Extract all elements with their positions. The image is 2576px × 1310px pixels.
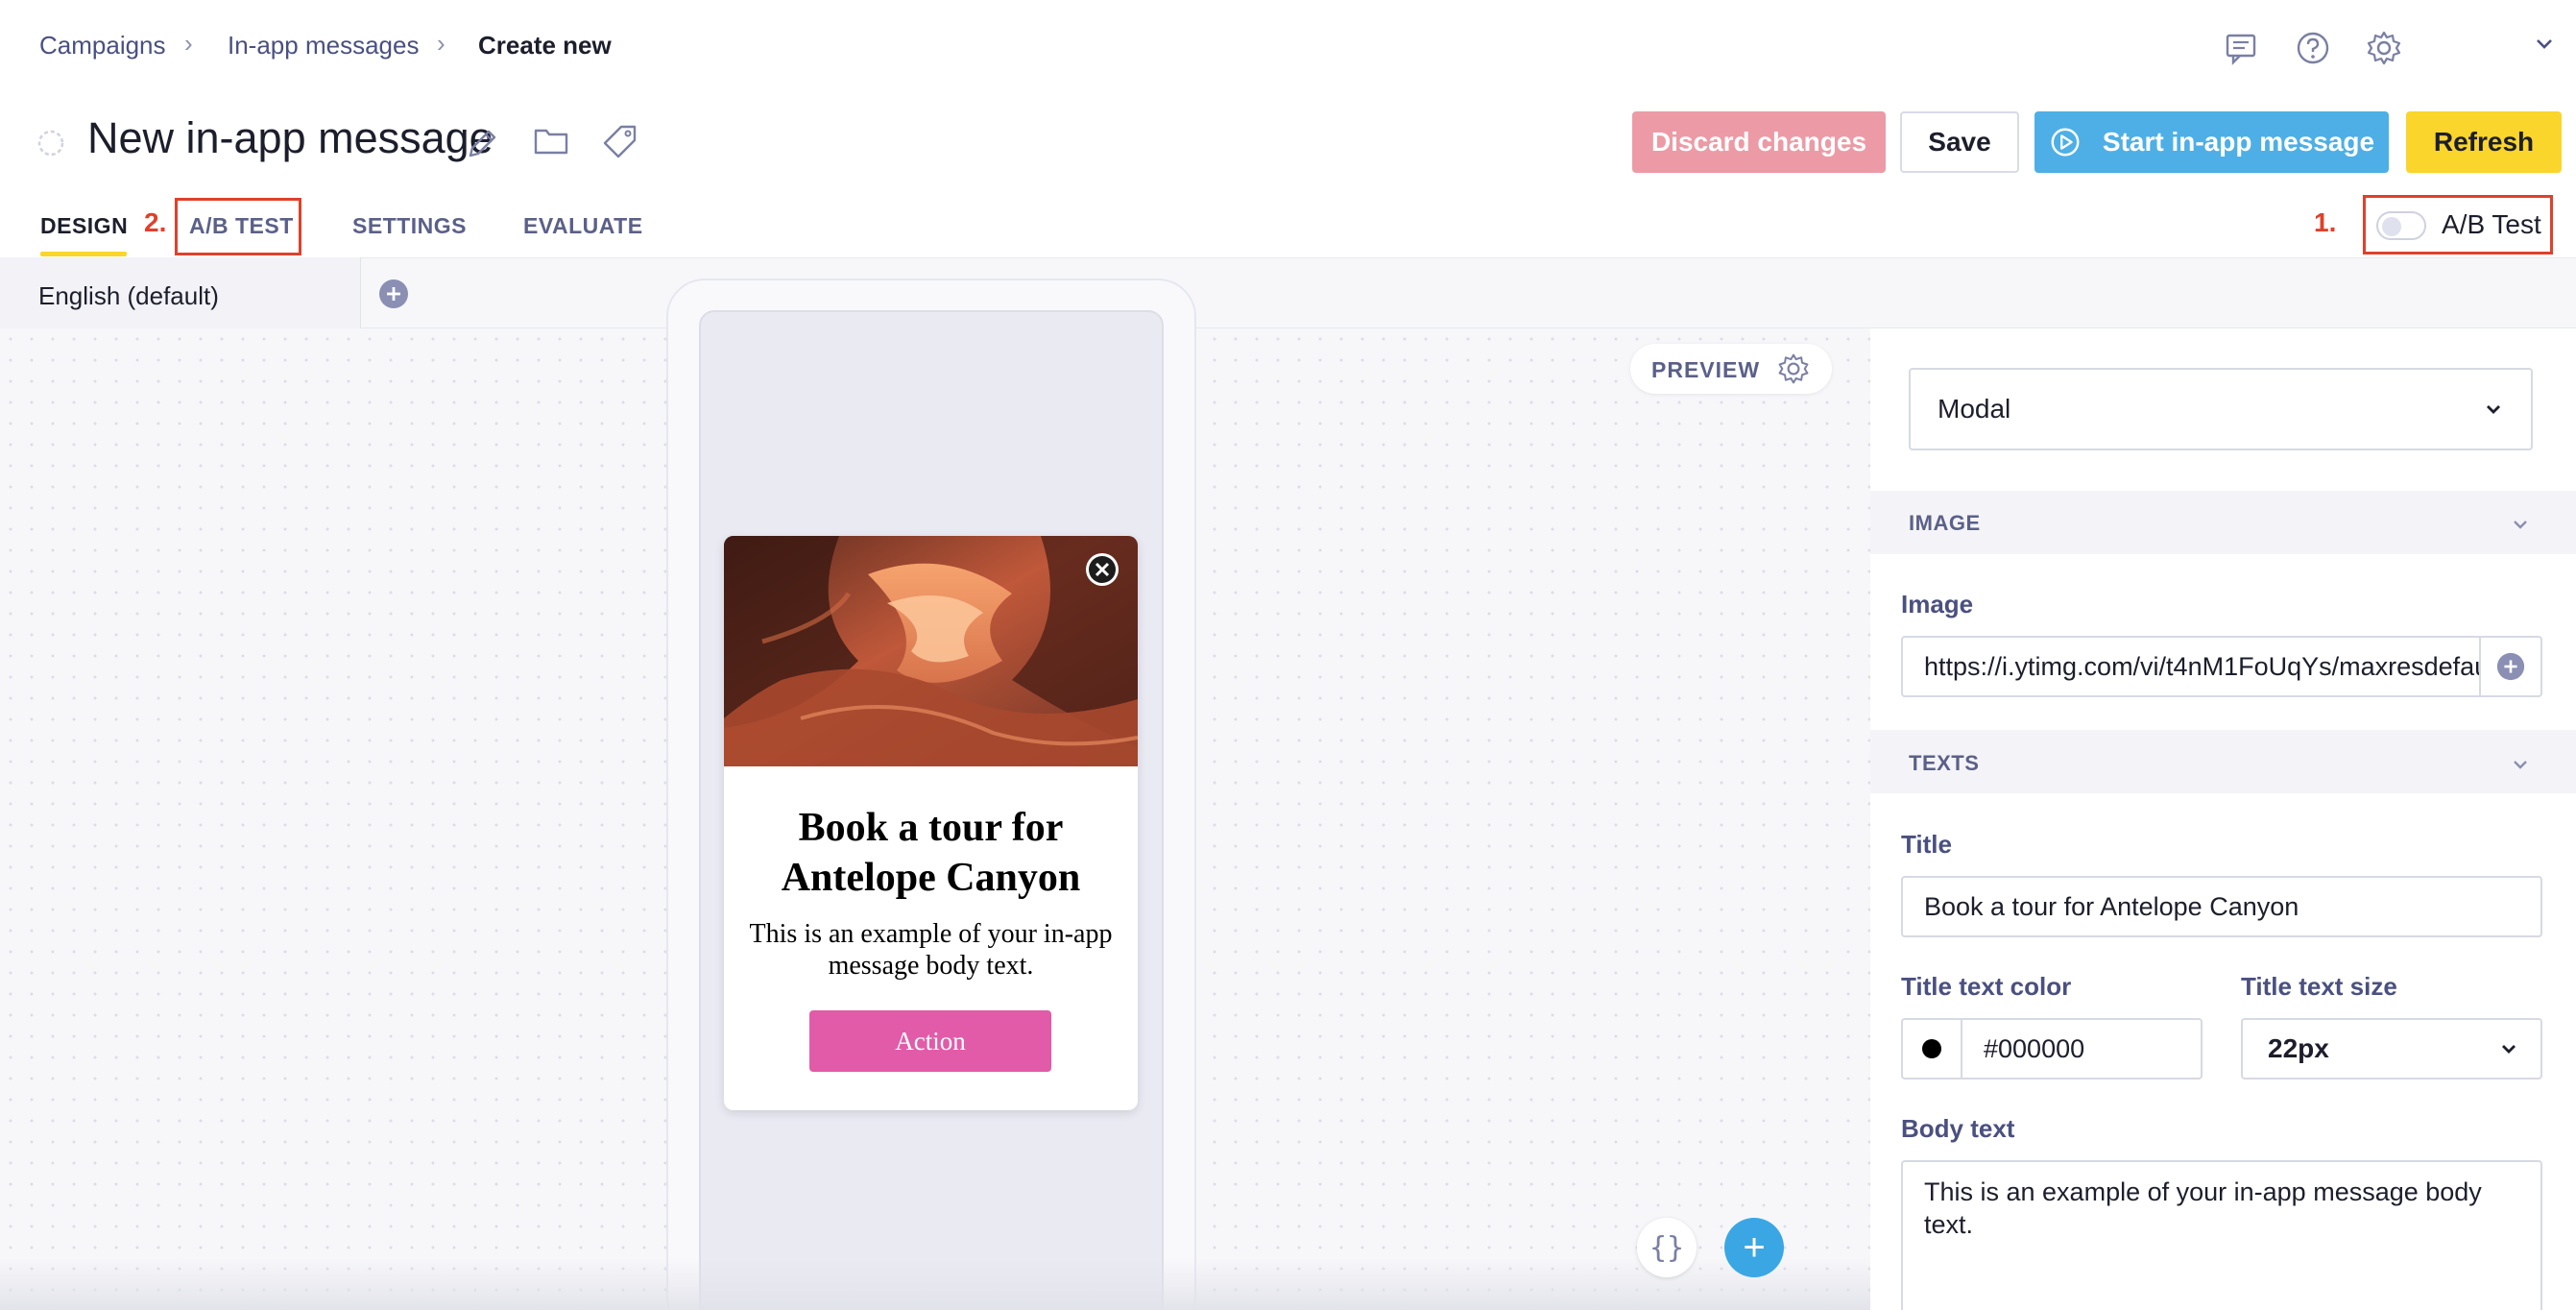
preview-settings-gear-icon[interactable] [1776,352,1811,386]
tab-design[interactable]: DESIGN [40,213,128,239]
title-text-size-label: Title text size [2241,972,2397,1001]
code-braces-icon[interactable]: {} [1637,1218,1697,1277]
title-size-value: 22px [2268,1033,2329,1063]
discard-changes-button[interactable]: Discard changes [1632,111,1886,173]
chevron-down-icon[interactable] [2531,31,2558,58]
start-in-app-message-button[interactable]: Start in-app message [2034,111,2389,173]
chevron-down-icon [2502,1045,2516,1054]
tag-icon[interactable] [600,121,640,166]
ab-test-toggle-label: A/B Test [2442,209,2541,239]
in-app-message-modal-preview[interactable]: Book a tour for Antelope Canyon This is … [724,536,1138,1110]
start-label: Start in-app message [2102,127,2375,157]
body-text-label: Body text [1901,1114,2015,1143]
image-label: Image [1901,590,1974,619]
message-action-button[interactable]: Action [809,1010,1051,1072]
save-button[interactable]: Save [1900,111,2019,173]
antelope-canyon-image [724,536,1138,766]
chevron-down-icon[interactable] [2508,752,2533,777]
image-url-input[interactable]: https://i.ytimg.com/vi/t4nM1FoUqYs/maxre… [1901,636,2481,697]
message-body: This is an example of your in-app messag… [749,919,1113,981]
canvas-bottom-shadow [0,1258,1870,1310]
title-size-select[interactable]: 22px [2241,1018,2542,1080]
layout-select[interactable]: Modal [1909,368,2533,450]
close-icon[interactable] [1086,553,1119,586]
settings-gear-icon[interactable] [2365,29,2403,67]
add-circle-icon [2496,652,2525,681]
page-title: New in-app message [87,113,494,162]
tab-evaluate[interactable]: EVALUATE [523,213,643,239]
help-icon[interactable] [2294,29,2332,67]
ab-test-toggle[interactable] [2376,211,2426,240]
breadcrumb-campaigns[interactable]: Campaigns [39,31,166,61]
active-tab-indicator [40,252,127,256]
chevron-down-icon[interactable] [2508,512,2533,537]
color-dot [1922,1039,1941,1058]
tab-settings[interactable]: SETTINGS [352,213,467,239]
tab-ab-test[interactable]: A/B TEST [189,213,294,239]
language-label: English (default) [38,281,219,310]
title-label: Title [1901,830,1952,859]
edit-pencil-icon[interactable] [463,123,503,168]
toggle-knob [2382,217,2401,236]
breadcrumb-in-app-messages[interactable]: In-app messages [228,31,419,61]
status-loading-icon [36,129,65,158]
chevron-down-icon [2487,405,2500,414]
message-title: Book a tour for Antelope Canyon [781,806,1081,900]
refresh-button[interactable]: Refresh [2406,111,2562,173]
title-text-color-label: Title text color [1901,972,2072,1001]
texts-section-label: TEXTS [1909,751,1980,775]
add-element-button[interactable]: + [1724,1218,1784,1277]
annotation-number-2: 2. [144,207,167,237]
preview-label: PREVIEW [1651,357,1761,382]
chat-icon[interactable] [2222,29,2260,67]
add-language-icon[interactable] [377,278,410,310]
add-image-button[interactable] [2479,636,2542,697]
chevron-right-icon: › [184,29,193,58]
folder-icon[interactable] [531,121,571,166]
layout-select-value: Modal [1938,394,2011,424]
annotation-number-1: 1. [2314,207,2337,237]
breadcrumb-create-new: Create new [478,31,612,60]
title-color-input[interactable]: #000000 [1961,1018,2203,1080]
title-input[interactable]: Book a tour for Antelope Canyon [1901,876,2542,937]
chevron-right-icon: › [437,29,445,58]
body-text-textarea[interactable]: This is an example of your in-app messag… [1901,1160,2542,1310]
title-color-swatch[interactable] [1901,1018,1962,1080]
image-section-label: IMAGE [1909,511,1981,535]
play-icon [2051,128,2080,157]
